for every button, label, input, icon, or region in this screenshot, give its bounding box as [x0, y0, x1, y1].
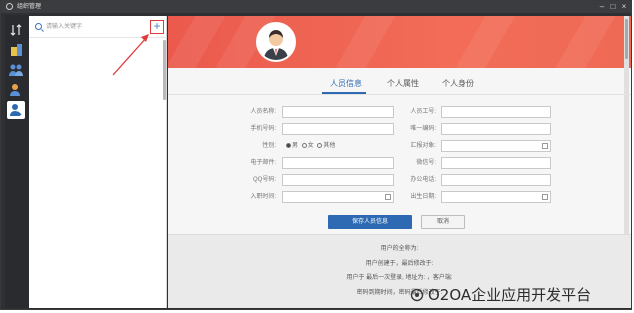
group-icon: [9, 64, 23, 76]
join-date-field[interactable]: [282, 191, 394, 203]
close-button[interactable]: ×: [619, 2, 629, 12]
watermark: O2OA企业应用开发平台: [410, 284, 591, 305]
wechat-field[interactable]: [441, 157, 551, 169]
cancel-button[interactable]: 取消: [421, 215, 465, 229]
minimize-button[interactable]: –: [597, 2, 607, 12]
tab-person-info[interactable]: 人员信息: [330, 79, 362, 89]
phone-label: 手机号码:: [250, 126, 276, 132]
nav-person[interactable]: [7, 101, 25, 119]
detail-scrollbar[interactable]: [624, 16, 629, 256]
side-nav: [5, 15, 29, 308]
annotation-arrow: [112, 34, 149, 76]
save-person-button[interactable]: 保存人员信息: [328, 215, 412, 229]
o2oa-logo-icon: [410, 288, 424, 302]
report-to-label: 汇报对象:: [410, 143, 436, 149]
gender-radio-male[interactable]: [286, 142, 291, 148]
qq-field[interactable]: [282, 174, 394, 186]
sort-icon: [10, 24, 22, 36]
maximize-button[interactable]: □: [608, 2, 618, 12]
role-icon: [10, 84, 20, 96]
employee-id-field[interactable]: [441, 106, 551, 118]
report-to-field[interactable]: [441, 140, 551, 152]
gender-option-other: 其他: [323, 143, 336, 149]
organization-icon: [11, 44, 22, 56]
name-label: 人员名称:: [250, 109, 276, 115]
tabs-divider: [168, 94, 631, 95]
birth-date-label: 出生日期:: [410, 194, 436, 200]
nav-role[interactable]: [7, 81, 25, 99]
qq-label: QQ号码:: [252, 177, 276, 183]
title-bar: 组织管理 – □ ×: [1, 1, 631, 13]
person-detail-panel: 人员信息 个人属性 个人身份 人员名称: 人员工号: 手机号码: 唯一编码: 性…: [168, 16, 631, 308]
gender-option-female: 女: [307, 143, 314, 149]
gender-option-male: 男: [292, 143, 299, 149]
watermark-text: O2OA企业应用开发平台: [428, 286, 592, 304]
profile-banner: [168, 16, 631, 68]
birth-date-field[interactable]: [441, 191, 551, 203]
nav-sort[interactable]: [7, 21, 25, 39]
email-field[interactable]: [282, 157, 394, 169]
unique-code-field[interactable]: [441, 123, 551, 135]
office-phone-label: 办公电话:: [410, 177, 436, 183]
window-title: 组织管理: [17, 4, 42, 10]
gender-radio-group: 男 女 其他: [284, 140, 335, 152]
nav-group[interactable]: [7, 61, 25, 79]
gender-radio-other[interactable]: [317, 142, 323, 148]
created-text: 用户创建于，最后修改于:: [365, 261, 434, 267]
join-date-label: 入职时间:: [250, 194, 276, 200]
last-login-text: 用户于 最后一次登录, 地址为: ，客户端:: [346, 275, 453, 281]
tab-personal-identity[interactable]: 个人身份: [442, 79, 474, 89]
phone-field[interactable]: [282, 123, 394, 135]
tab-bar: 人员信息 个人属性 个人身份: [168, 74, 631, 94]
unique-code-label: 唯一编码:: [410, 126, 436, 132]
name-field[interactable]: [282, 106, 394, 118]
wechat-label: 微信号:: [416, 160, 436, 166]
person-picker-icon[interactable]: [542, 143, 548, 149]
email-label: 电子邮件:: [250, 160, 276, 166]
nav-organization[interactable]: [7, 41, 25, 59]
full-name-text: 用户的全称为:: [380, 246, 419, 252]
search-icon: [35, 23, 42, 30]
app-window: 组织管理 – □ × 请输入关键字 + 人员信息 个人属性 个人身份 人员名称:…: [0, 0, 632, 310]
office-phone-field[interactable]: [441, 174, 551, 186]
employee-id-label: 人员工号:: [410, 109, 436, 115]
person-icon: [10, 104, 22, 116]
gender-label: 性别:: [262, 143, 276, 149]
calendar-icon[interactable]: [542, 194, 548, 200]
person-avatar-icon: [258, 24, 294, 60]
avatar[interactable]: [256, 22, 296, 62]
gender-radio-female[interactable]: [301, 142, 307, 148]
tab-personal-attributes[interactable]: 个人属性: [387, 79, 419, 89]
app-icon: [6, 3, 13, 10]
